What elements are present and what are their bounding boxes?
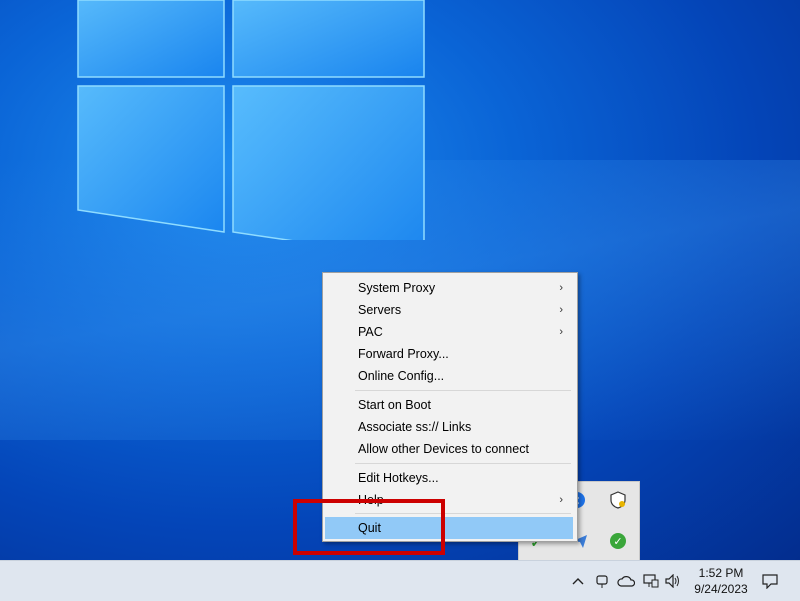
system-clock[interactable]: 1:52 PM 9/24/2023 [686,565,756,597]
menu-item-forward-proxy[interactable]: Forward Proxy... [325,343,573,365]
menu-item-label: Online Config... [358,369,445,383]
taskbar: 1:52 PM 9/24/2023 [0,560,800,601]
volume-icon[interactable] [664,571,682,591]
submenu-arrow-icon: › [559,326,563,338]
menu-item-servers[interactable]: Servers › [325,299,573,321]
menu-item-label: System Proxy [358,281,436,295]
menu-item-label: Associate ss:// Links [358,420,472,434]
windows-logo [77,0,425,240]
notification-icon[interactable] [760,571,780,591]
menu-item-allow-devices[interactable]: Allow other Devices to connect [325,438,573,460]
menu-item-label: Allow other Devices to connect [358,442,529,456]
menu-item-online-config[interactable]: Online Config... [325,365,573,387]
menu-item-label: Forward Proxy... [358,347,449,361]
submenu-arrow-icon: › [559,282,563,294]
submenu-arrow-icon: › [559,494,563,506]
clock-time: 1:52 PM [698,566,744,580]
menu-item-associate-links[interactable]: Associate ss:// Links [325,416,573,438]
annotation-highlight-box [293,499,445,555]
menu-separator [355,463,571,464]
menu-item-label: Edit Hotkeys... [358,471,439,485]
clock-date: 9/24/2023 [694,582,748,596]
windows-security-icon[interactable] [609,491,627,509]
menu-item-label: Start on Boot [358,398,431,412]
menu-item-edit-hotkeys[interactable]: Edit Hotkeys... [325,467,573,489]
menu-item-label: PAC [358,325,383,339]
menu-item-pac[interactable]: PAC › [325,321,573,343]
menu-separator [355,390,571,391]
menu-item-system-proxy[interactable]: System Proxy › [325,277,573,299]
meet-now-icon[interactable] [594,571,610,591]
menu-item-start-on-boot[interactable]: Start on Boot [325,394,573,416]
chevron-up-icon[interactable] [570,571,586,591]
onedrive-cloud-icon[interactable] [616,571,636,591]
green-check-icon[interactable]: ✓ [610,533,626,549]
network-icon[interactable] [642,571,660,591]
menu-item-label: Servers [358,303,402,317]
submenu-arrow-icon: › [559,304,563,316]
